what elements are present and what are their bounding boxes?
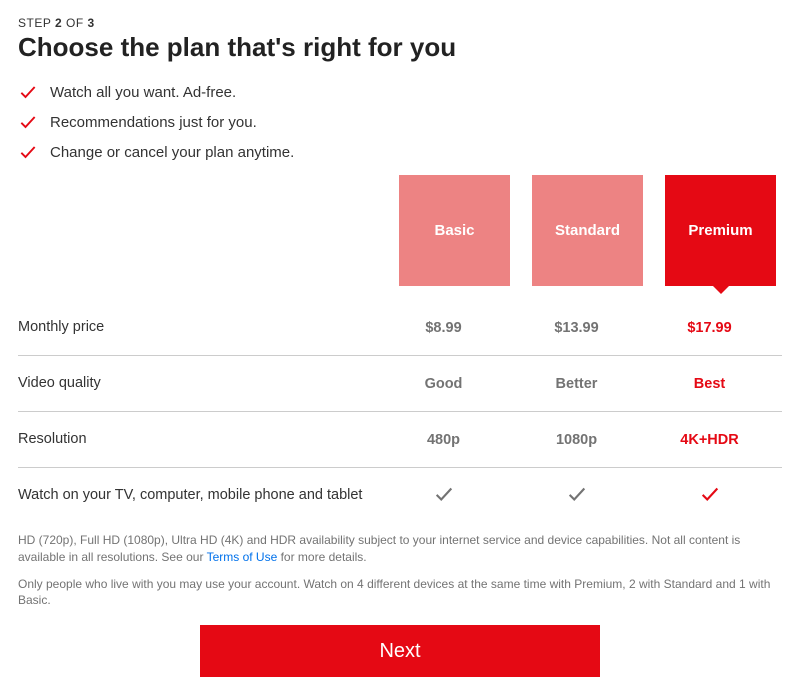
benefit-text: Watch all you want. Ad-free. — [50, 84, 236, 101]
checkmark-icon — [18, 112, 38, 132]
checkmark-icon — [566, 493, 588, 509]
step-indicator: STEP 2 OF 3 — [18, 16, 782, 30]
plan-selector-row: Basic Standard Premium — [18, 175, 782, 286]
plan-option-premium[interactable]: Premium — [665, 175, 776, 286]
feature-value — [377, 483, 510, 509]
feature-row: Watch on your TV, computer, mobile phone… — [18, 468, 782, 524]
plan-option-standard[interactable]: Standard — [532, 175, 643, 286]
benefit-list: Watch all you want. Ad-free. Recommendat… — [18, 77, 782, 167]
feature-value: 480p — [377, 432, 510, 448]
terms-of-use-link[interactable]: Terms of Use — [207, 550, 278, 564]
feature-value: $13.99 — [510, 320, 643, 336]
feature-value: $17.99 — [643, 320, 776, 336]
feature-label: Video quality — [18, 374, 377, 394]
benefit-item: Watch all you want. Ad-free. — [18, 77, 782, 107]
checkmark-icon — [18, 82, 38, 102]
feature-value: 1080p — [510, 432, 643, 448]
checkmark-icon — [18, 142, 38, 162]
checkmark-icon — [699, 493, 721, 509]
benefit-text: Recommendations just for you. — [50, 114, 257, 131]
feature-row: Monthly price$8.99$13.99$17.99 — [18, 300, 782, 356]
benefit-text: Change or cancel your plan anytime. — [50, 144, 294, 161]
feature-value: Good — [377, 376, 510, 392]
feature-value: 4K+HDR — [643, 432, 776, 448]
next-button[interactable]: Next — [200, 625, 600, 677]
feature-row: Video qualityGoodBetterBest — [18, 356, 782, 412]
disclaimer-text: Only people who live with you may use yo… — [18, 576, 782, 610]
benefit-item: Recommendations just for you. — [18, 107, 782, 137]
checkmark-icon — [433, 493, 455, 509]
feature-value: $8.99 — [377, 320, 510, 336]
page-title: Choose the plan that's right for you — [18, 32, 782, 63]
feature-value — [643, 483, 776, 509]
feature-row: Resolution480p1080p4K+HDR — [18, 412, 782, 468]
plan-option-basic[interactable]: Basic — [399, 175, 510, 286]
benefit-item: Change or cancel your plan anytime. — [18, 137, 782, 167]
feature-label: Watch on your TV, computer, mobile phone… — [18, 486, 377, 506]
feature-value: Best — [643, 376, 776, 392]
feature-value — [510, 483, 643, 509]
feature-label: Monthly price — [18, 318, 377, 338]
feature-label: Resolution — [18, 430, 377, 450]
feature-value: Better — [510, 376, 643, 392]
disclaimer-text: HD (720p), Full HD (1080p), Ultra HD (4K… — [18, 532, 782, 566]
